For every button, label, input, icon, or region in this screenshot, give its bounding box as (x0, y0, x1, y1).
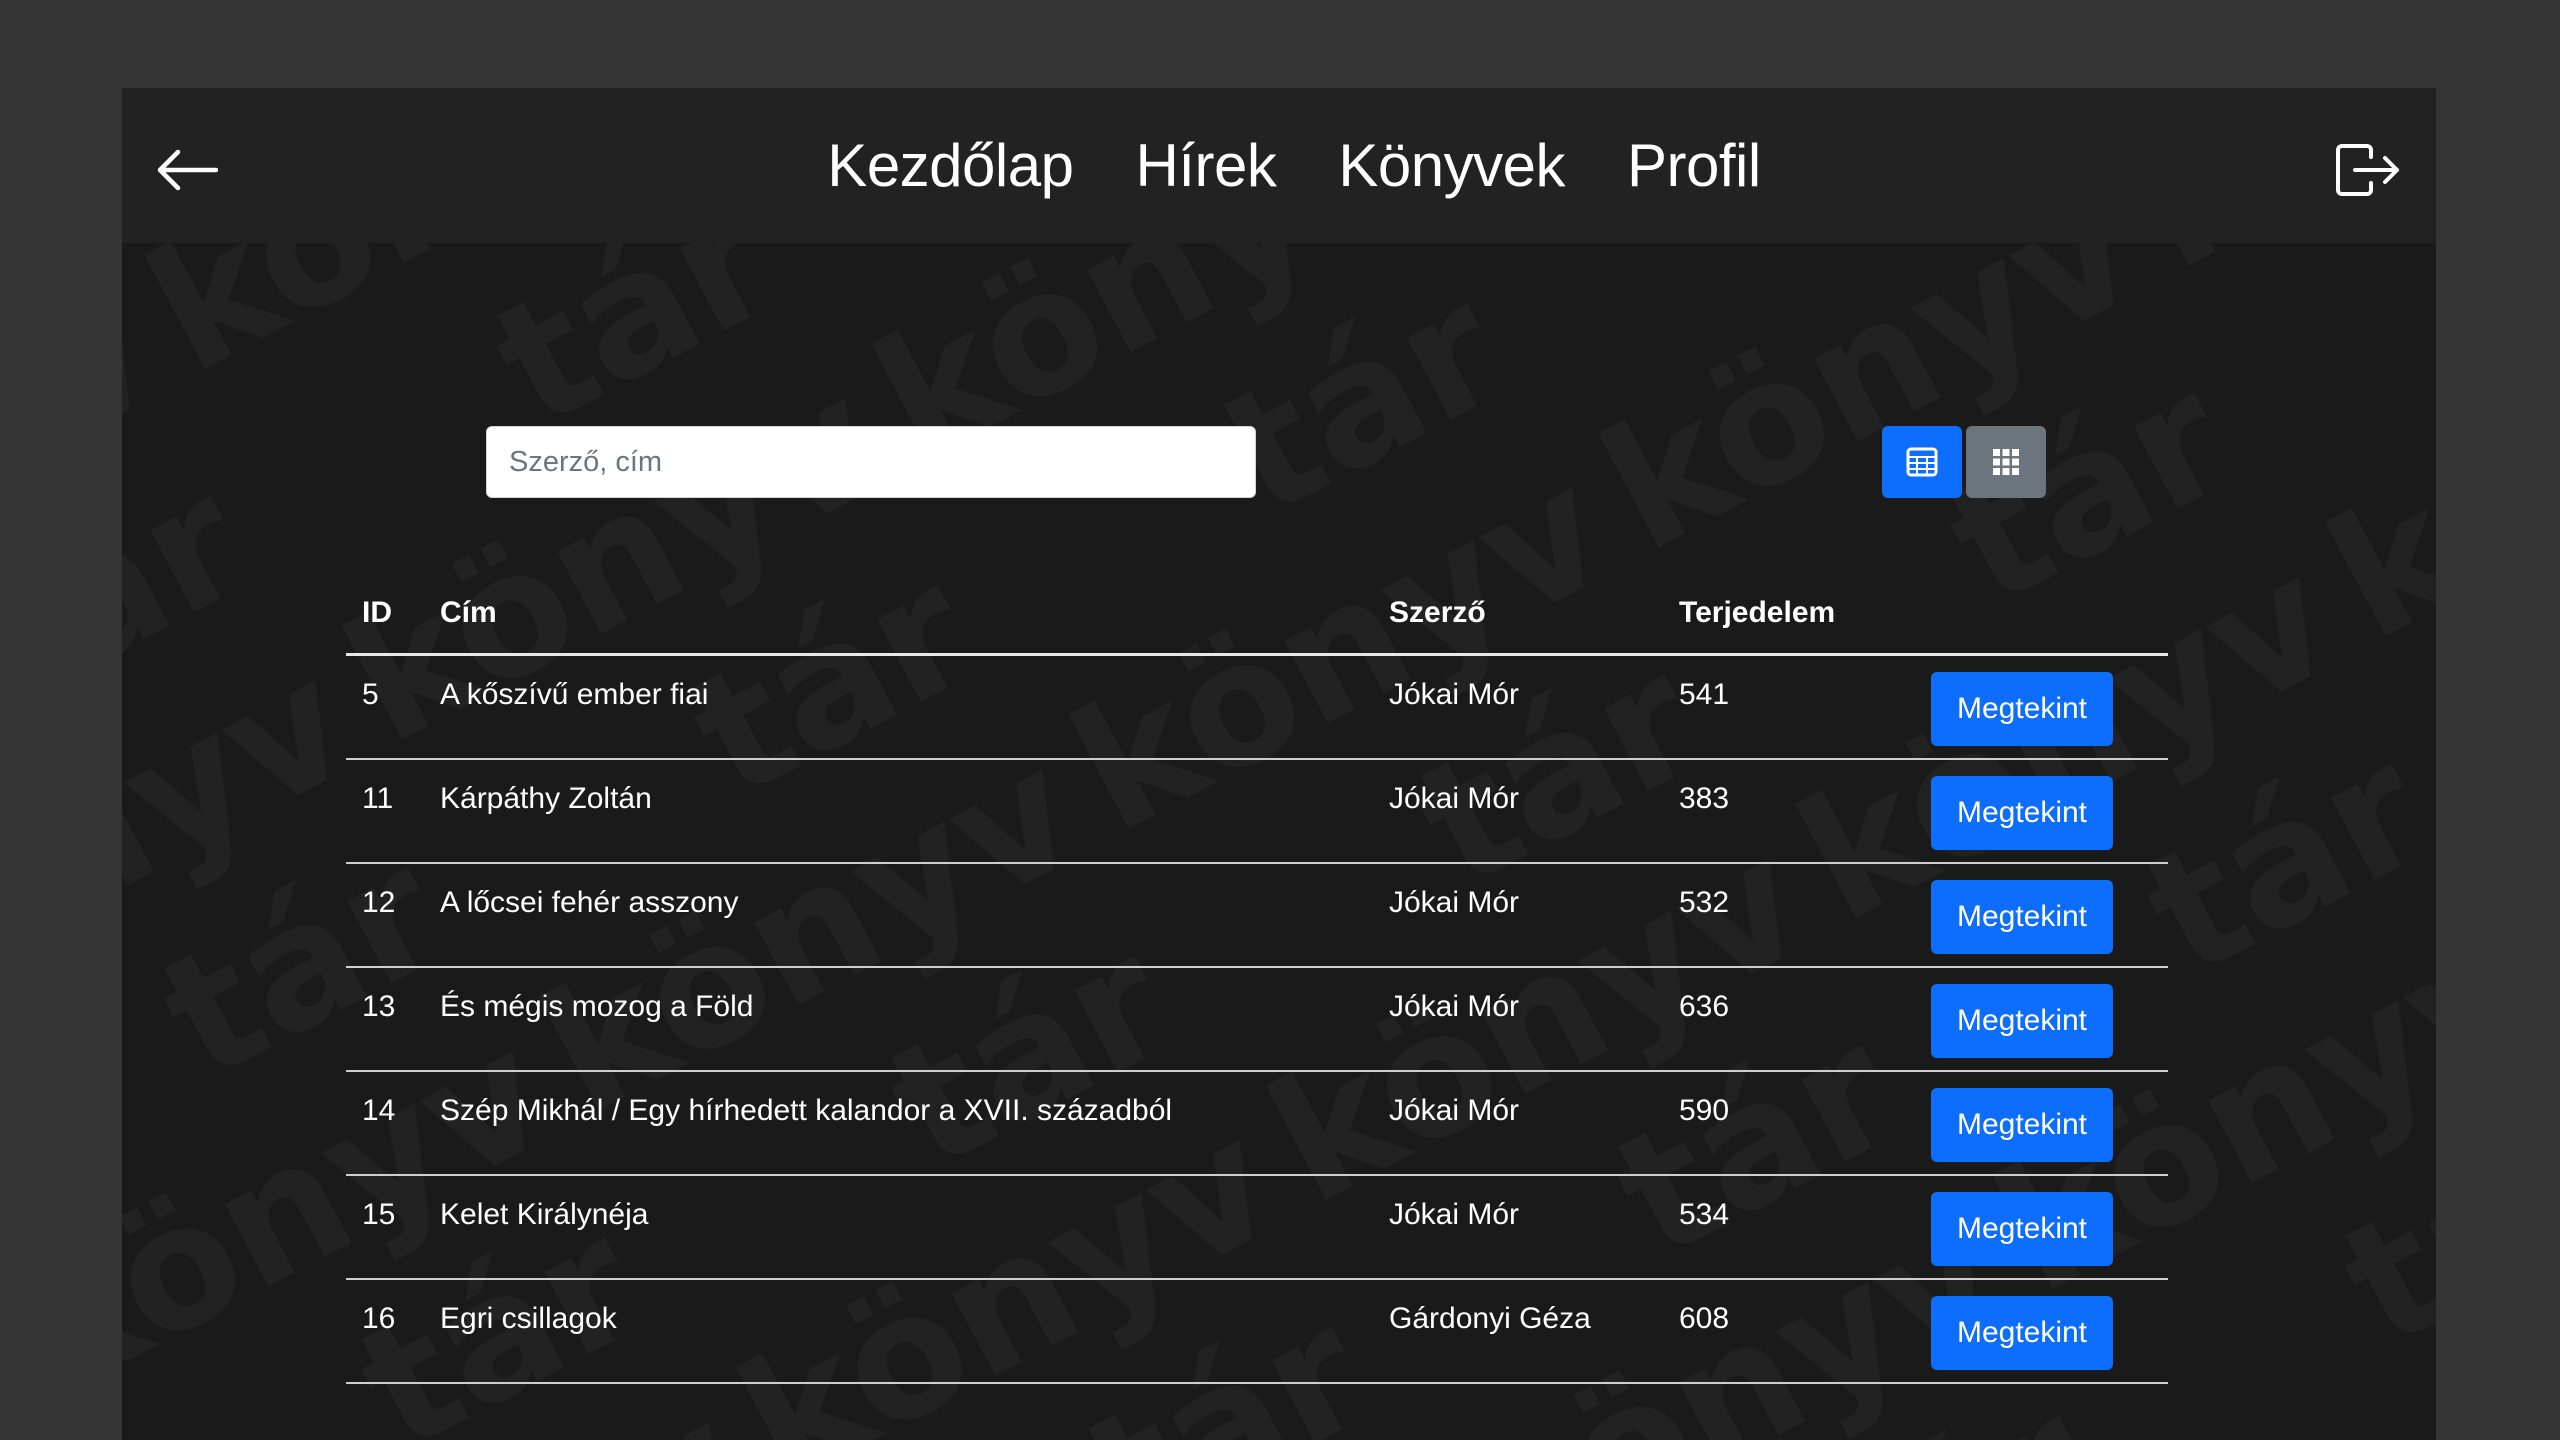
nav-link-home[interactable]: Kezdőlap (827, 131, 1074, 200)
logout-button[interactable] (2330, 138, 2406, 202)
main-content: ID Cím Szerző Terjedelem 5 A kőszívű emb… (122, 243, 2436, 1440)
cell-title: Szép Mikhál / Egy hírhedett kalandor a X… (424, 1070, 1373, 1176)
view-book-button[interactable]: Megtekint (1931, 1087, 2113, 1162)
nav-menu: Kezdőlap Hírek Könyvek Profil (122, 88, 2436, 243)
cell-title: A lőcsei fehér asszony (424, 862, 1373, 968)
cell-action: Megtekint (1915, 862, 2168, 968)
cell-author: Jókai Mór (1373, 1174, 1663, 1280)
nav-link-news[interactable]: Hírek (1136, 131, 1277, 200)
cell-id: 14 (346, 1070, 424, 1176)
cell-title: És mégis mozog a Föld (424, 966, 1373, 1072)
view-book-button[interactable]: Megtekint (1931, 775, 2113, 850)
cell-action: Megtekint (1915, 1174, 2168, 1280)
table-row: 16 Egri csillagok Gárdonyi Géza 608 Megt… (346, 1278, 2168, 1384)
logout-icon (2336, 144, 2399, 196)
cell-size: 541 (1663, 654, 1915, 760)
cell-author: Gárdonyi Géza (1373, 1278, 1663, 1384)
navbar: Kezdőlap Hírek Könyvek Profil (122, 88, 2436, 243)
cell-action: Megtekint (1915, 654, 2168, 760)
view-book-button[interactable]: Megtekint (1931, 1295, 2113, 1370)
cell-size: 590 (1663, 1070, 1915, 1176)
cell-action: Megtekint (1915, 1278, 2168, 1384)
cell-author: Jókai Mór (1373, 862, 1663, 968)
cell-title: Egri csillagok (424, 1278, 1373, 1384)
grid-view-button[interactable] (1966, 426, 2046, 498)
nav-link-profile[interactable]: Profil (1627, 131, 1761, 200)
search-input[interactable] (486, 426, 1256, 498)
cell-author: Jókai Mór (1373, 758, 1663, 864)
cell-author: Jókai Mór (1373, 654, 1663, 760)
cell-action: Megtekint (1915, 758, 2168, 864)
nav-link-books[interactable]: Könyvek (1338, 131, 1565, 200)
table-row: 12 A lőcsei fehér asszony Jókai Mór 532 … (346, 862, 2168, 968)
cell-title: Kárpáthy Zoltán (424, 758, 1373, 864)
table-row: 13 És mégis mozog a Föld Jókai Mór 636 M… (346, 966, 2168, 1072)
view-book-button[interactable]: Megtekint (1931, 672, 2113, 746)
cell-size: 383 (1663, 758, 1915, 864)
table-row: 11 Kárpáthy Zoltán Jókai Mór 383 Megteki… (346, 758, 2168, 864)
header-title: Cím (424, 573, 1373, 656)
table-row: 14 Szép Mikhál / Egy hírhedett kalandor … (346, 1070, 2168, 1176)
cell-id: 13 (346, 966, 424, 1072)
cell-size: 534 (1663, 1174, 1915, 1280)
cell-action: Megtekint (1915, 1070, 2168, 1176)
books-table: ID Cím Szerző Terjedelem 5 A kőszívű emb… (346, 573, 2168, 1384)
cell-id: 16 (346, 1278, 424, 1384)
cell-id: 11 (346, 758, 424, 864)
cell-author: Jókai Mór (1373, 966, 1663, 1072)
view-toggle (1882, 426, 2046, 498)
cell-title: Kelet Királynéja (424, 1174, 1373, 1280)
view-book-button[interactable]: Megtekint (1931, 1191, 2113, 1266)
cell-id: 5 (346, 654, 424, 760)
cell-id: 15 (346, 1174, 424, 1280)
header-action (1915, 573, 2168, 656)
cell-size: 636 (1663, 966, 1915, 1072)
table-row: 5 A kőszívű ember fiai Jókai Mór 541 Meg… (346, 654, 2168, 760)
header-size: Terjedelem (1663, 573, 1915, 656)
cell-author: Jókai Mór (1373, 1070, 1663, 1176)
cell-size: 608 (1663, 1278, 1915, 1384)
app-window: könyv tár Kezdőlap Hírek Könyvek Profil (122, 88, 2436, 1440)
header-id: ID (346, 573, 424, 656)
table-row: 15 Kelet Királynéja Jókai Mór 534 Megtek… (346, 1174, 2168, 1280)
cell-id: 12 (346, 862, 424, 968)
view-book-button[interactable]: Megtekint (1931, 983, 2113, 1058)
table-header-row: ID Cím Szerző Terjedelem (346, 573, 2168, 656)
cell-action: Megtekint (1915, 966, 2168, 1072)
table-view-button[interactable] (1882, 426, 1962, 498)
cell-size: 532 (1663, 862, 1915, 968)
header-author: Szerző (1373, 573, 1663, 656)
table-view-icon (1906, 447, 1938, 477)
cell-title: A kőszívű ember fiai (424, 654, 1373, 760)
grid-view-icon (1993, 449, 2019, 475)
view-book-button[interactable]: Megtekint (1931, 879, 2113, 954)
